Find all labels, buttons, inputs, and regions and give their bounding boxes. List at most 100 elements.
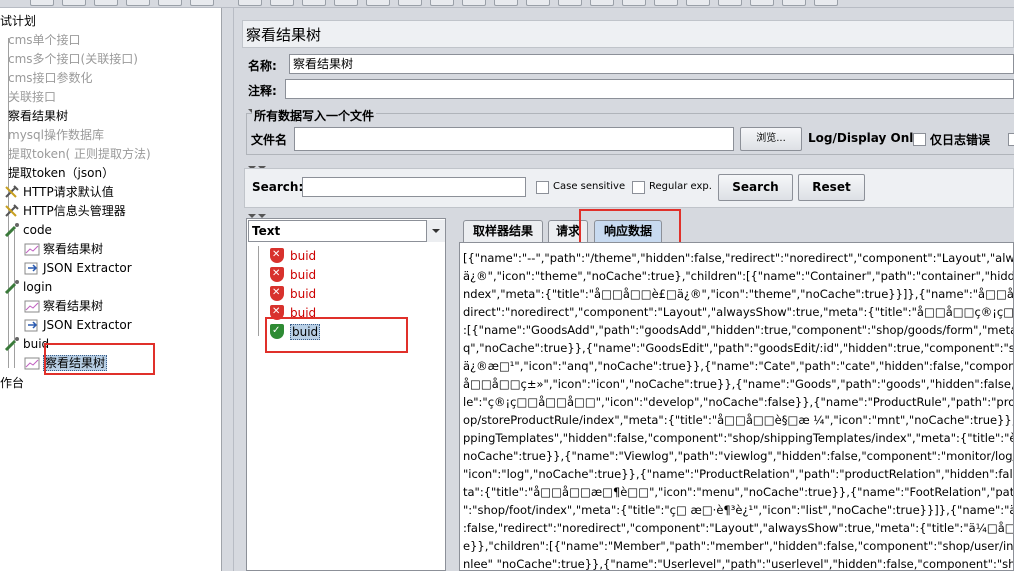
tree-node-label: HTTP请求默认值 [23, 185, 114, 199]
filename-label: 文件名 [251, 133, 288, 147]
tree-node-extractor[interactable]: JSON Extractor [24, 259, 132, 277]
toolbar-button[interactable] [654, 0, 678, 6]
toolbar-button[interactable] [238, 0, 262, 6]
regex-checkbox[interactable] [632, 181, 645, 194]
tree-node[interactable]: cms接口参数化 [8, 69, 93, 87]
tree-node-listener[interactable]: 察看结果树 [24, 297, 103, 315]
tree-node-http-defaults[interactable]: HTTP请求默认值 [4, 183, 114, 201]
fail-shield-icon [270, 286, 284, 301]
errors-only-checkbox[interactable] [913, 133, 926, 146]
toolbar-button[interactable] [430, 0, 454, 6]
toolbar-button[interactable] [366, 0, 390, 6]
reset-button[interactable]: Reset [798, 174, 865, 201]
tree-node[interactable]: 关联接口 [8, 88, 56, 106]
tree-node[interactable]: 察看结果树 [8, 107, 68, 125]
toolbar-button[interactable] [526, 0, 550, 6]
fail-shield-icon [270, 267, 284, 282]
result-item-fail[interactable]: buid [270, 285, 316, 303]
file-group-title: 所有数据写入一个文件 [252, 107, 377, 124]
response-line: ":"shop/foot/index","meta":{"title":"ç□ … [463, 503, 1013, 517]
response-data-text[interactable]: [{"name":"--","path":"/theme","hidden":f… [459, 242, 1014, 571]
wrench-icon [4, 185, 20, 199]
fail-shield-icon [270, 248, 284, 263]
toolbar-button[interactable] [750, 0, 774, 6]
response-line: [{"name":"--","path":"/theme","hidden":f… [463, 251, 1014, 265]
toolbar-button[interactable] [126, 0, 150, 6]
toolbar-button[interactable] [814, 0, 838, 6]
tree-node-label: JSON Extractor [43, 318, 132, 332]
response-line: ppingTemplates","hidden":false,"componen… [463, 431, 1014, 445]
response-line: noCache":true}},{"name":"Viewlog","path"… [463, 449, 1013, 463]
chevron-down-icon[interactable] [426, 220, 445, 242]
result-item-fail[interactable]: buid [270, 266, 316, 284]
search-label: Search: [252, 180, 304, 194]
name-field[interactable]: 察看结果树 [289, 54, 1014, 74]
toolbar-button[interactable] [622, 0, 646, 6]
tree-node[interactable]: mysql操作数据库 [8, 126, 104, 144]
collapse-toggle[interactable] [248, 159, 278, 170]
tree-node[interactable]: cms多个接口(关联接口) [8, 50, 138, 68]
tree-node-label: 提取token（json） [8, 166, 115, 180]
collapse-toggle[interactable] [248, 207, 278, 218]
toolbar-button[interactable] [302, 0, 326, 6]
toolbar-button[interactable] [686, 0, 710, 6]
tree-node-test-plan[interactable]: 试计划 [0, 12, 36, 30]
toolbar-button[interactable] [462, 0, 486, 6]
toolbar-button[interactable] [782, 0, 806, 6]
toolbar-button[interactable] [718, 0, 742, 6]
response-line: nlee" "noCache":true}},{"name":"Userleve… [463, 557, 1014, 571]
toolbar-button[interactable] [558, 0, 582, 6]
panel-title-bar [242, 20, 1014, 48]
pipette-icon [4, 337, 20, 352]
toolbar-button[interactable] [94, 0, 118, 6]
tree-node-workbench[interactable]: 作台 [0, 374, 24, 392]
toolbar [0, 0, 1014, 8]
response-line: å□□å□□ç±»","icon":"icon","noCache":true}… [463, 377, 1014, 391]
log-display-label: Log/Display Only: [808, 131, 926, 145]
tree-node-label: 作台 [0, 376, 25, 390]
toolbar-button[interactable] [158, 0, 182, 6]
tree-node-listener[interactable]: 察看结果树 [24, 240, 103, 258]
tree-guide-line [258, 246, 259, 336]
chart-icon [24, 242, 40, 256]
toolbar-button[interactable] [190, 0, 214, 6]
response-line: :false,"redirect":"noredirect","componen… [463, 521, 1013, 535]
toolbar-button[interactable] [494, 0, 518, 6]
result-label: buid [290, 268, 317, 282]
tree-node-header-manager[interactable]: HTTP信息头管理器 [4, 202, 126, 220]
response-line: ta":{"title":"å□□å□□æ□¶è□□","icon":"menu… [463, 485, 1014, 499]
result-label: buid [290, 287, 317, 301]
comment-field[interactable] [285, 79, 1014, 99]
search-input[interactable] [302, 177, 526, 197]
comment-label: 注释: [248, 84, 277, 98]
tree-node-label: 试计划 [0, 14, 37, 28]
toolbar-button[interactable] [590, 0, 614, 6]
tree-node-sampler[interactable]: buid [4, 335, 49, 353]
success-only-checkbox[interactable] [1008, 133, 1014, 146]
toolbar-button[interactable] [334, 0, 358, 6]
tree-node[interactable]: 提取token( 正则提取方法) [8, 145, 151, 163]
filename-field[interactable] [294, 127, 734, 151]
tab-sampler-result[interactable]: 取样器结果 [463, 220, 543, 242]
tree-node[interactable]: 提取token（json） [8, 164, 114, 182]
tree-node-extractor[interactable]: JSON Extractor [24, 316, 132, 334]
tree-node-label: cms单个接口 [8, 33, 81, 47]
tree-node-sampler[interactable]: code [4, 221, 52, 239]
pipette-icon [4, 223, 20, 238]
response-line: q","noCache":true}},{"name":"GoodsEdit",… [463, 341, 1014, 355]
browse-button[interactable]: 浏览... [740, 127, 802, 151]
case-sensitive-checkbox[interactable] [536, 181, 549, 194]
toolbar-button[interactable] [30, 0, 54, 6]
renderer-select[interactable]: Text [248, 220, 445, 242]
result-item-fail[interactable]: buid [270, 247, 316, 265]
extractor-icon [24, 261, 40, 275]
tree-node-label: 察看结果树 [8, 109, 69, 123]
toolbar-button[interactable] [270, 0, 294, 6]
toolbar-button[interactable] [62, 0, 86, 6]
tree-node-sampler[interactable]: login [4, 278, 52, 296]
splitter[interactable] [222, 8, 234, 571]
search-button[interactable]: Search [718, 174, 793, 201]
toolbar-button[interactable] [398, 0, 422, 6]
tree-node[interactable]: cms单个接口 [8, 31, 81, 49]
chart-icon [24, 299, 40, 313]
